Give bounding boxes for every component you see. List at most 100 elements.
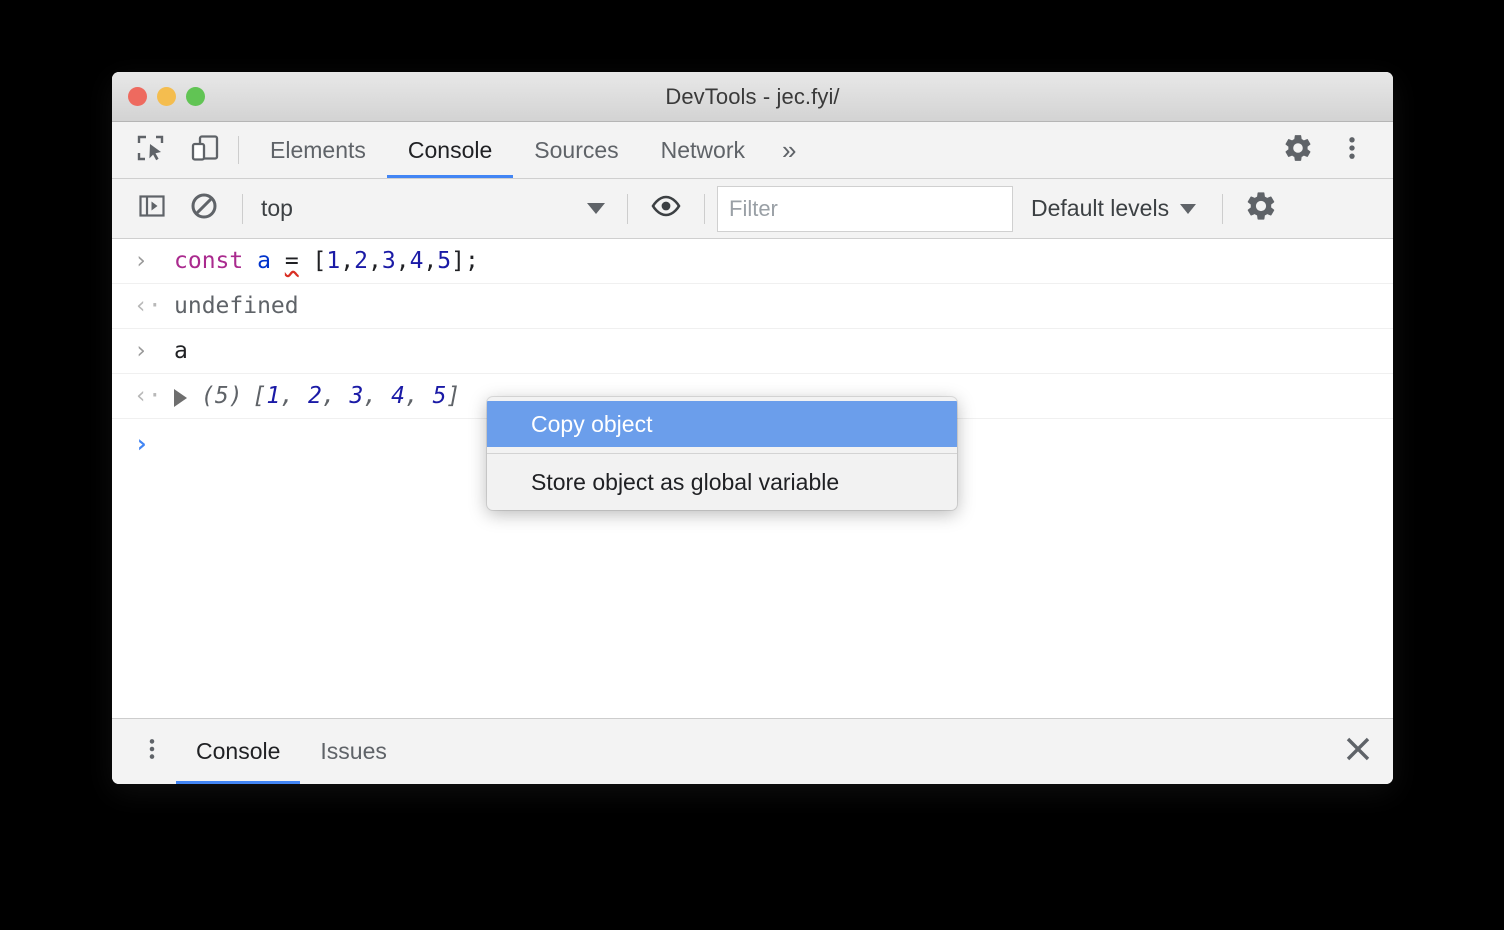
disclosure-triangle-icon[interactable] (174, 389, 187, 407)
console-toolbar-divider-1 (242, 193, 243, 224)
more-options-kebab-icon (1338, 134, 1366, 167)
console-toolbar-divider-4 (1222, 193, 1224, 224)
tabbar-divider (238, 136, 239, 164)
execution-context-value: top (261, 195, 293, 221)
menu-item-copy-object[interactable]: Copy object (487, 401, 957, 447)
live-expression-button[interactable] (640, 187, 692, 231)
token-variable: a (257, 248, 271, 274)
array-item: 3 (349, 383, 364, 409)
console-toolbar: top Default levels (112, 179, 1393, 239)
log-levels-label: Default levels (1031, 195, 1170, 221)
device-toolbar-icon (189, 132, 221, 169)
array-bracket-close: ] (446, 383, 461, 409)
drawer-kebab-icon (139, 736, 165, 767)
drawer-spacer (407, 719, 1323, 784)
token-keyword: const (174, 248, 244, 274)
tabbar-spacer (812, 122, 1254, 178)
tab-sources[interactable]: Sources (513, 122, 639, 178)
devtools-window: DevTools - jec.fyi/ Elements Console Sou… (112, 72, 1393, 784)
drawer-tabbar: Console Issues (112, 718, 1393, 784)
input-arrow-icon: › (134, 338, 148, 364)
traffic-light-group (128, 72, 205, 121)
token-comma: , (423, 248, 438, 274)
prompt-chevron-icon: › (134, 428, 150, 458)
console-row-input[interactable]: › const a = [1,2,3,4,5]; (112, 239, 1393, 284)
minimize-window-button[interactable] (157, 87, 176, 106)
console-settings-gear-icon (1244, 189, 1278, 228)
maximize-window-button[interactable] (186, 87, 205, 106)
console-toolbar-divider-2 (627, 193, 628, 224)
array-length-label: (5) (201, 383, 243, 409)
drawer-menu-button[interactable] (128, 719, 176, 784)
array-separator: , (321, 383, 350, 409)
more-options-button[interactable] (1325, 134, 1379, 167)
tab-elements[interactable]: Elements (249, 122, 387, 178)
console-input-expression: const a = [1,2,3,4,5]; (174, 245, 1393, 277)
array-separator: , (404, 383, 433, 409)
menu-separator (487, 453, 957, 454)
token-number: 3 (381, 248, 396, 274)
clear-console-button[interactable] (178, 187, 230, 231)
tab-network[interactable]: Network (640, 122, 766, 178)
drawer-tab-console-label: Console (196, 738, 281, 764)
tab-sources-label: Sources (534, 136, 619, 163)
console-sidebar-toggle-button[interactable] (126, 187, 178, 231)
array-item: 4 (391, 383, 405, 409)
drawer-tab-console[interactable]: Console (176, 719, 301, 784)
console-message-list[interactable]: › const a = [1,2,3,4,5]; ‹· undefined › … (112, 239, 1393, 718)
token-number: 1 (326, 248, 341, 274)
close-drawer-icon (1341, 732, 1375, 771)
settings-gear-icon (1282, 132, 1314, 169)
log-levels-selector[interactable]: Default levels (1013, 189, 1210, 229)
double-chevron-right-icon: » (782, 134, 797, 165)
settings-button[interactable] (1271, 132, 1325, 169)
tab-console-label: Console (407, 136, 493, 163)
output-arrow-icon: ‹· (134, 293, 162, 319)
console-settings-button[interactable] (1235, 187, 1287, 231)
close-drawer-button[interactable] (1323, 719, 1393, 784)
console-row-input-a[interactable]: › a (112, 329, 1393, 374)
array-item: 2 (307, 383, 322, 409)
token-number: 5 (437, 248, 452, 274)
menu-item-store-as-global-label: Store object as global variable (531, 468, 840, 495)
chevron-down-icon (1180, 203, 1197, 214)
console-input-expression: a (174, 338, 188, 364)
token-number: 4 (409, 248, 424, 274)
token-bracket-close: ]; (451, 248, 479, 274)
window-title: DevTools - jec.fyi/ (665, 83, 840, 109)
token-comma: , (367, 248, 382, 274)
drawer-tab-issues[interactable]: Issues (300, 719, 406, 784)
array-separator: , (280, 383, 308, 409)
console-filter-input[interactable] (717, 185, 1013, 232)
chevron-down-icon (587, 203, 605, 214)
inspect-element-button[interactable] (124, 122, 178, 178)
context-menu[interactable]: Copy object Store object as global varia… (487, 397, 957, 510)
console-row-output-undefined[interactable]: ‹· undefined (112, 284, 1393, 329)
eye-icon (649, 189, 683, 228)
menu-item-store-as-global[interactable]: Store object as global variable (487, 459, 957, 505)
console-toolbar-divider-3 (704, 193, 705, 224)
token-equals-with-squiggle: = (284, 248, 299, 274)
drawer-tab-issues-label: Issues (320, 738, 387, 764)
token-comma: , (395, 248, 410, 274)
window-titlebar: DevTools - jec.fyi/ (112, 72, 1393, 122)
array-item: 5 (432, 383, 447, 409)
token-comma: , (340, 248, 355, 274)
console-sidebar-icon (137, 191, 167, 226)
console-output-value: undefined (174, 293, 299, 319)
main-tabbar: Elements Console Sources Network » (112, 122, 1393, 179)
tab-console[interactable]: Console (386, 122, 514, 178)
input-arrow-icon: › (134, 248, 148, 274)
tab-elements-label: Elements (270, 136, 366, 163)
array-bracket-open: [ (252, 383, 267, 409)
device-toolbar-button[interactable] (178, 122, 232, 178)
more-tabs-button[interactable]: » (766, 122, 812, 178)
close-window-button[interactable] (128, 87, 147, 106)
inspect-element-icon (135, 132, 167, 169)
array-item: 1 (266, 383, 281, 409)
tabbar-right-actions (1254, 122, 1393, 178)
output-arrow-icon: ‹· (134, 383, 162, 409)
execution-context-selector[interactable]: top (255, 190, 615, 228)
